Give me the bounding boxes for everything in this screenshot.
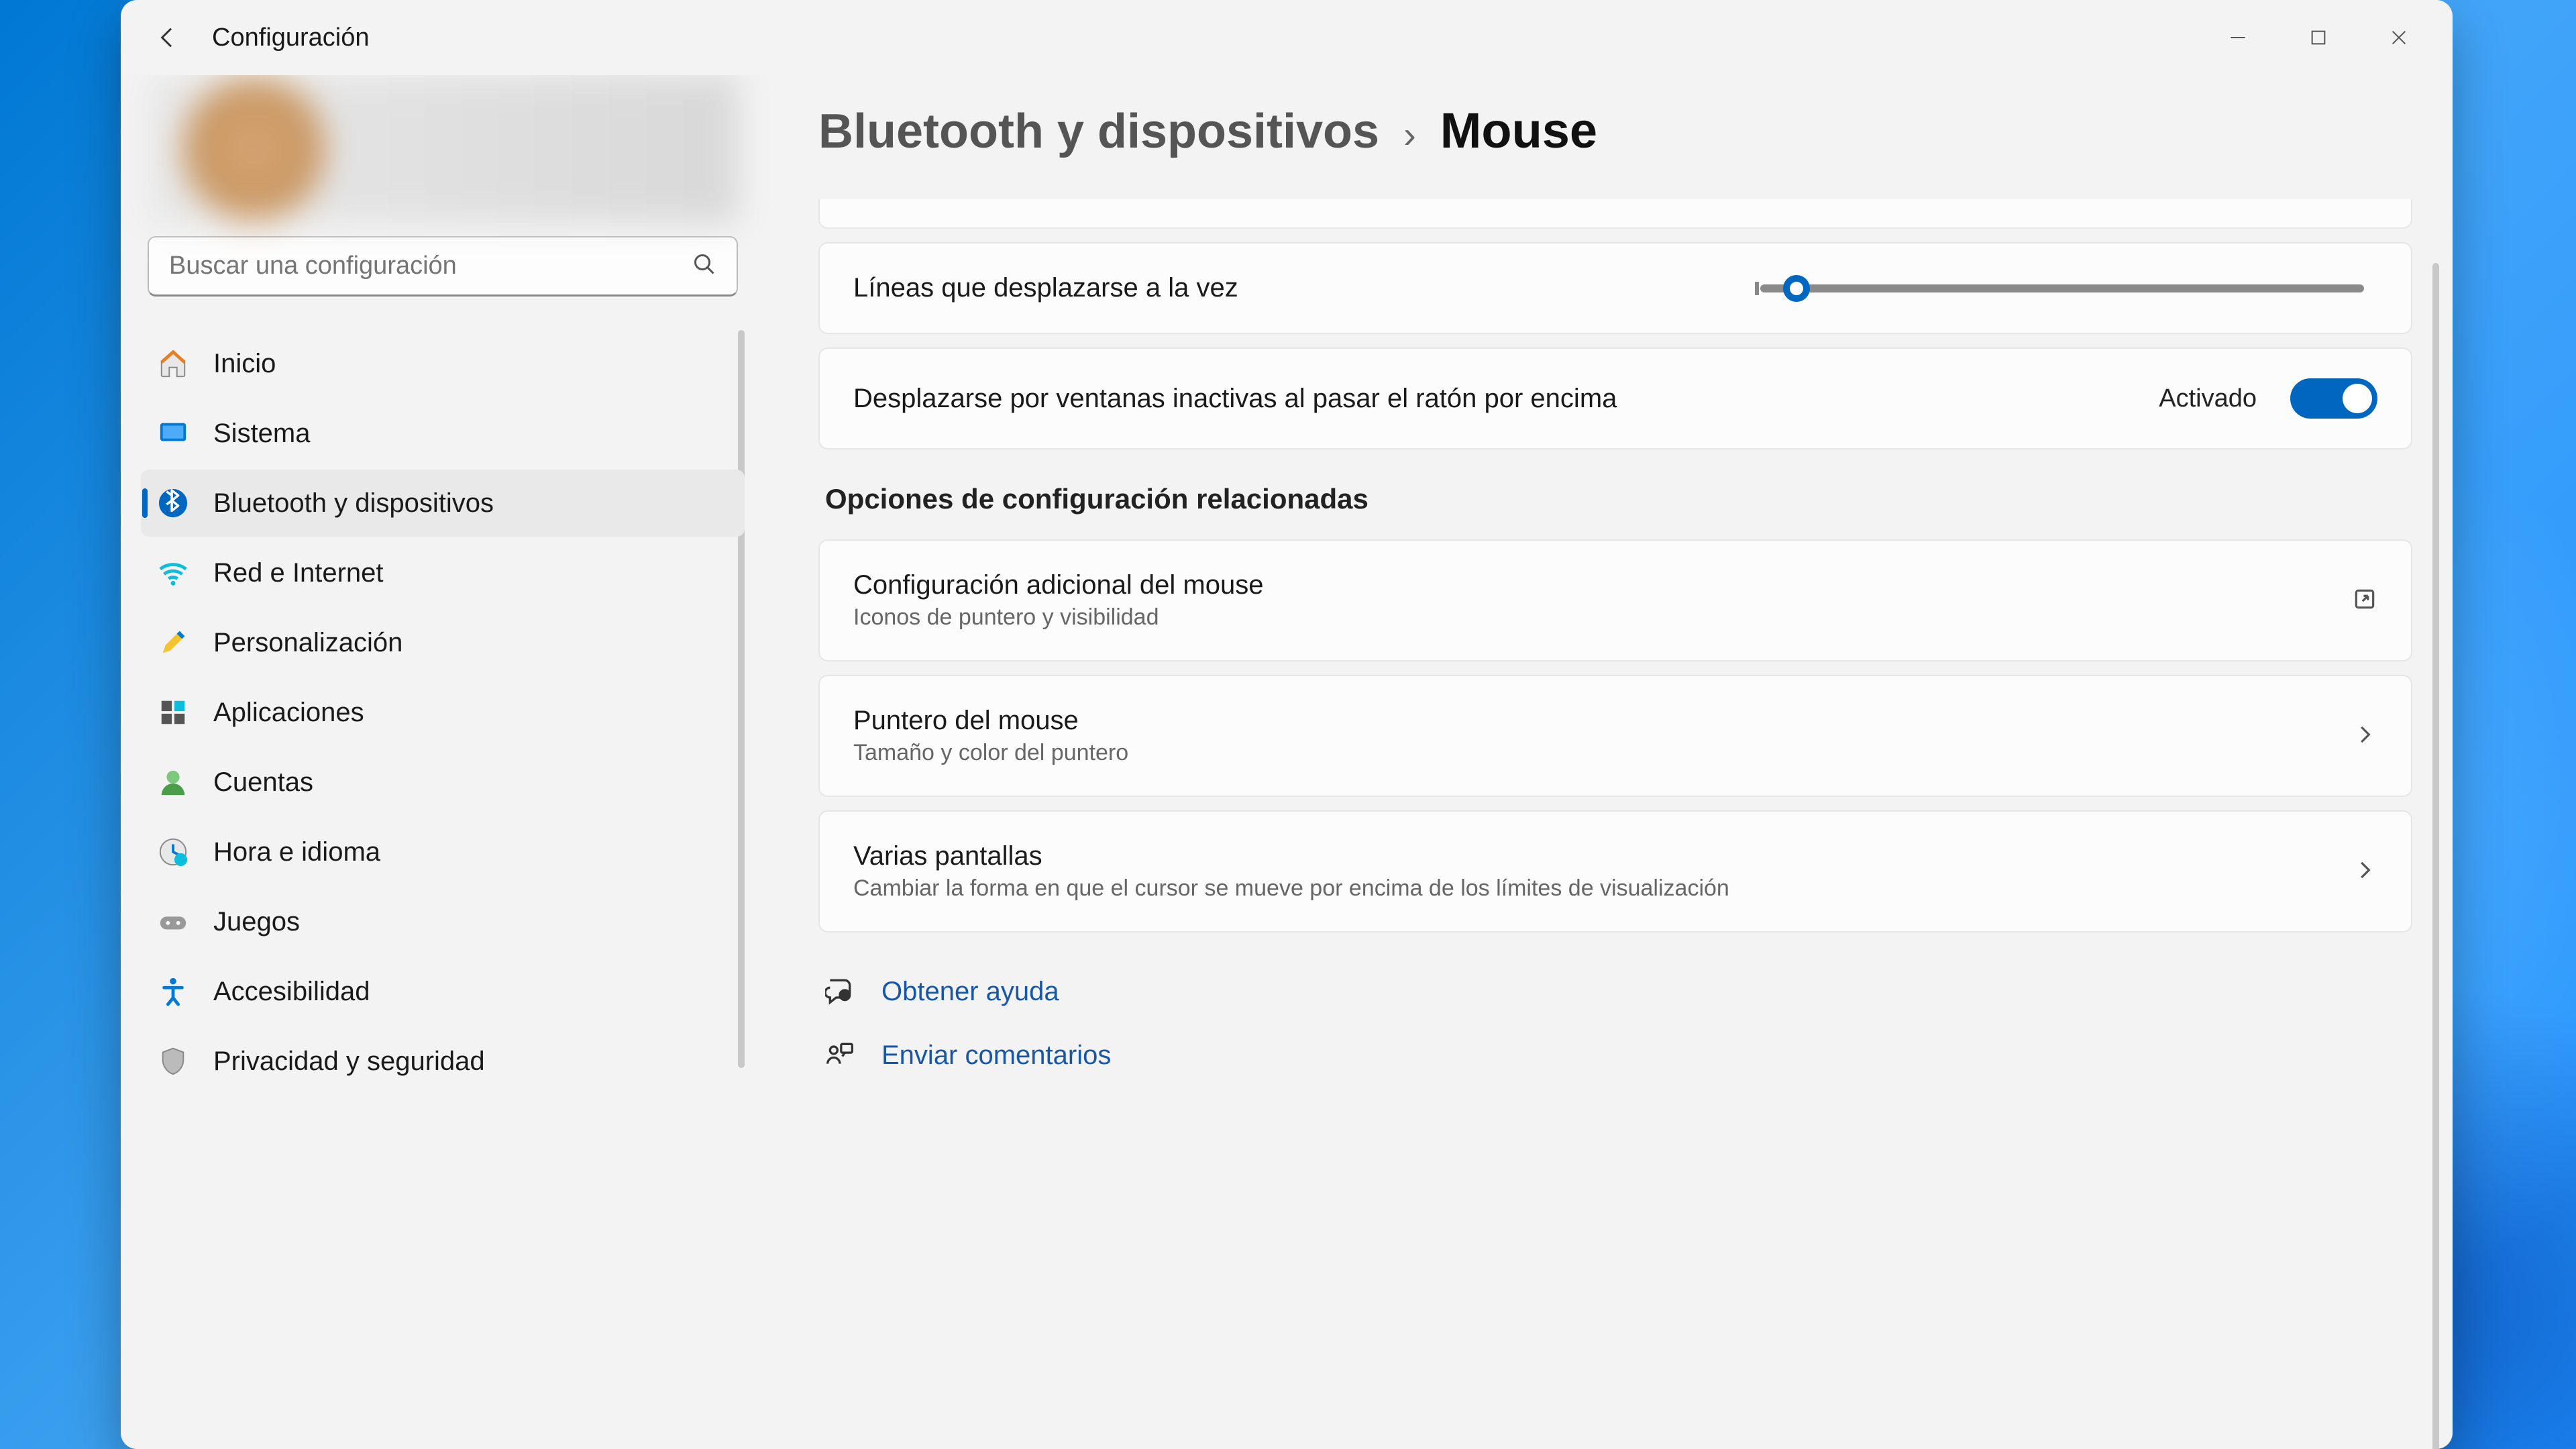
help-icon: ? xyxy=(825,975,855,1008)
related-section-title: Opciones de configuración relacionadas xyxy=(825,483,2412,515)
bluetooth-icon xyxy=(157,487,189,519)
scroll-lines-slider[interactable] xyxy=(1760,284,2364,292)
sidebar-item-inicio[interactable]: Inicio xyxy=(141,330,745,397)
sidebar-item-label: Accesibilidad xyxy=(213,977,370,1007)
maximize-button[interactable] xyxy=(2278,11,2359,64)
back-button[interactable] xyxy=(148,17,188,58)
accessibility-icon xyxy=(157,975,189,1008)
svg-text:?: ? xyxy=(843,993,847,1001)
inactive-scroll-toggle[interactable] xyxy=(2290,378,2377,419)
related-item-subtitle: Iconos de puntero y visibilidad xyxy=(853,604,2332,631)
wifi-icon xyxy=(157,557,189,589)
related-item-title: Puntero del mouse xyxy=(853,706,2332,736)
sidebar-item-label: Inicio xyxy=(213,349,276,379)
window-controls xyxy=(2198,11,2439,64)
sidebar-item-label: Personalización xyxy=(213,628,402,658)
external-link-icon xyxy=(2352,586,2377,615)
search-box[interactable] xyxy=(148,236,738,297)
breadcrumb: Bluetooth y dispositivos › Mouse xyxy=(818,102,2412,159)
setting-card-inactive-scroll: Desplazarse por ventanas inactivas al pa… xyxy=(818,347,2412,449)
search-icon xyxy=(692,252,716,280)
related-item-additional-mouse[interactable]: Configuración adicional del mouse Iconos… xyxy=(818,539,2412,661)
related-item-mouse-pointer[interactable]: Puntero del mouse Tamaño y color del pun… xyxy=(818,675,2412,797)
privacy-icon xyxy=(157,1045,189,1077)
sidebar-item-label: Bluetooth y dispositivos xyxy=(213,488,494,519)
main-scrollbar[interactable] xyxy=(2432,263,2439,1449)
sidebar-item-juegos[interactable]: Juegos xyxy=(141,888,745,955)
setting-card-scroll-lines: Líneas que desplazarse a la vez xyxy=(818,242,2412,334)
related-item-subtitle: Cambiar la forma en que el cursor se mue… xyxy=(853,875,2332,902)
apps-icon xyxy=(157,696,189,729)
home-icon xyxy=(157,347,189,380)
related-item-multiple-displays[interactable]: Varias pantallas Cambiar la forma en que… xyxy=(818,810,2412,932)
sidebar-item-label: Cuentas xyxy=(213,767,313,798)
breadcrumb-current: Mouse xyxy=(1440,102,1597,159)
chevron-right-icon xyxy=(2352,722,2377,751)
minimize-button[interactable] xyxy=(2198,11,2278,64)
setting-card-partial xyxy=(818,199,2412,229)
gaming-icon xyxy=(157,906,189,938)
sidebar-item-label: Juegos xyxy=(213,907,300,937)
chevron-right-icon: › xyxy=(1403,113,1416,156)
give-feedback-link[interactable]: Enviar comentarios xyxy=(818,1030,2412,1081)
sidebar-item-aplicaciones[interactable]: Aplicaciones xyxy=(141,679,745,746)
sidebar-item-accesibilidad[interactable]: Accesibilidad xyxy=(141,958,745,1025)
toggle-knob xyxy=(2343,384,2372,413)
feedback-icon xyxy=(825,1039,855,1072)
app-title: Configuración xyxy=(212,23,369,52)
sidebar-item-sistema[interactable]: Sistema xyxy=(141,400,745,467)
get-help-link[interactable]: ? Obtener ayuda xyxy=(818,966,2412,1018)
sidebar-item-label: Hora e idioma xyxy=(213,837,380,867)
accounts-icon xyxy=(157,766,189,798)
sidebar-item-label: Aplicaciones xyxy=(213,698,364,728)
sidebar-item-bluetooth[interactable]: Bluetooth y dispositivos xyxy=(141,470,745,537)
slider-thumb[interactable] xyxy=(1783,275,1810,302)
chevron-right-icon xyxy=(2352,857,2377,886)
slider-tick-icon xyxy=(1755,282,1759,295)
footer-links: ? Obtener ayuda Enviar comentarios xyxy=(818,966,2412,1081)
breadcrumb-parent[interactable]: Bluetooth y dispositivos xyxy=(818,104,1379,159)
sidebar-item-hora[interactable]: Hora e idioma xyxy=(141,818,745,885)
toggle-state-label: Activado xyxy=(2159,384,2257,413)
profile-card[interactable] xyxy=(148,75,738,223)
time-language-icon xyxy=(157,836,189,868)
sidebar-item-personalizacion[interactable]: Personalización xyxy=(141,609,745,676)
sidebar: Inicio Sistema Bluetooth y dispositivos … xyxy=(121,75,765,1449)
settings-window: Configuración Inicio Sistema xyxy=(121,0,2453,1449)
sidebar-item-label: Sistema xyxy=(213,419,311,449)
sidebar-nav: Inicio Sistema Bluetooth y dispositivos … xyxy=(141,330,745,1449)
related-item-subtitle: Tamaño y color del puntero xyxy=(853,740,2332,766)
sidebar-item-cuentas[interactable]: Cuentas xyxy=(141,749,745,816)
close-button[interactable] xyxy=(2359,11,2439,64)
related-item-title: Configuración adicional del mouse xyxy=(853,570,2332,600)
sidebar-item-label: Red e Internet xyxy=(213,558,384,588)
footer-link-text: Enviar comentarios xyxy=(881,1040,1111,1071)
system-icon xyxy=(157,417,189,449)
sidebar-item-label: Privacidad y seguridad xyxy=(213,1046,485,1077)
related-item-title: Varias pantallas xyxy=(853,841,2332,871)
sidebar-item-privacidad[interactable]: Privacidad y seguridad xyxy=(141,1028,745,1095)
personalization-icon xyxy=(157,627,189,659)
setting-label: Desplazarse por ventanas inactivas al pa… xyxy=(853,384,2139,414)
sidebar-item-red[interactable]: Red e Internet xyxy=(141,539,745,606)
footer-link-text: Obtener ayuda xyxy=(881,977,1059,1007)
main-content: Bluetooth y dispositivos › Mouse Líneas … xyxy=(765,75,2453,1449)
search-input[interactable] xyxy=(169,252,692,280)
setting-label: Líneas que desplazarse a la vez xyxy=(853,273,1740,303)
titlebar: Configuración xyxy=(121,0,2453,75)
